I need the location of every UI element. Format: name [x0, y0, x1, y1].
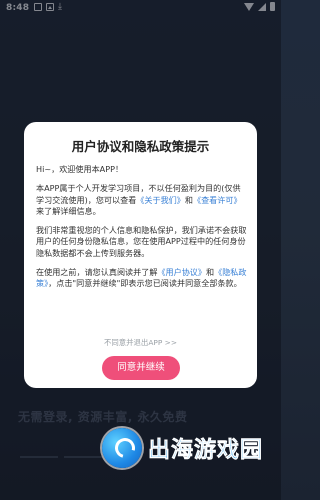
watermark: 出海游戏园	[102, 428, 263, 468]
agree-continue-button[interactable]: 同意并继续	[102, 356, 180, 380]
agreement-paragraph: 在使用之前，请您认真阅读并了解《用户协议》和《隐私政策》，点击"同意并继续"即表…	[36, 267, 248, 290]
intro-tail-text: 来了解详细信息。	[36, 205, 101, 216]
greeting-text: Hi~，欢迎使用本APP！	[36, 164, 124, 174]
disagree-exit-link[interactable]: 不同意并退出APP >>	[24, 337, 257, 348]
privacy-dialog: 用户协议和隐私政策提示 Hi~，欢迎使用本APP！ 本APP属于个人开发学习项目…	[24, 122, 257, 388]
privacy-paragraph: 我们非常重视您的个人信息和隐私保护，我们承诺不会获取用户的任何身份隐私信息，您在…	[36, 225, 247, 258]
user-agreement-link[interactable]: 《用户协议》	[157, 267, 206, 277]
watermark-text: 出海游戏园	[148, 438, 264, 464]
watermark-logo-icon	[102, 428, 142, 468]
about-us-link[interactable]: 《关于我们》	[136, 195, 185, 205]
dialog-title: 用户协议和隐私政策提示	[71, 139, 210, 154]
intro-paragraph: 本APP属于个人开发学习项目，不以任何盈利为目的(仅供学习交流使用)，您可以查看…	[36, 183, 248, 217]
dialog-body: Hi~，欢迎使用本APP！ 本APP属于个人开发学习项目，不以任何盈利为目的(仅…	[36, 164, 248, 298]
agreement-text: 在使用之前，请您认真阅读并了解	[36, 267, 158, 278]
conjunction-text: 和	[184, 194, 193, 205]
view-license-link[interactable]: 《查看许可》	[193, 195, 242, 205]
conjunction-text: 和	[206, 267, 215, 278]
agreement-tail-text: ，点击"同意并继续"即表示您已阅读并同意全部条款。	[48, 278, 242, 289]
